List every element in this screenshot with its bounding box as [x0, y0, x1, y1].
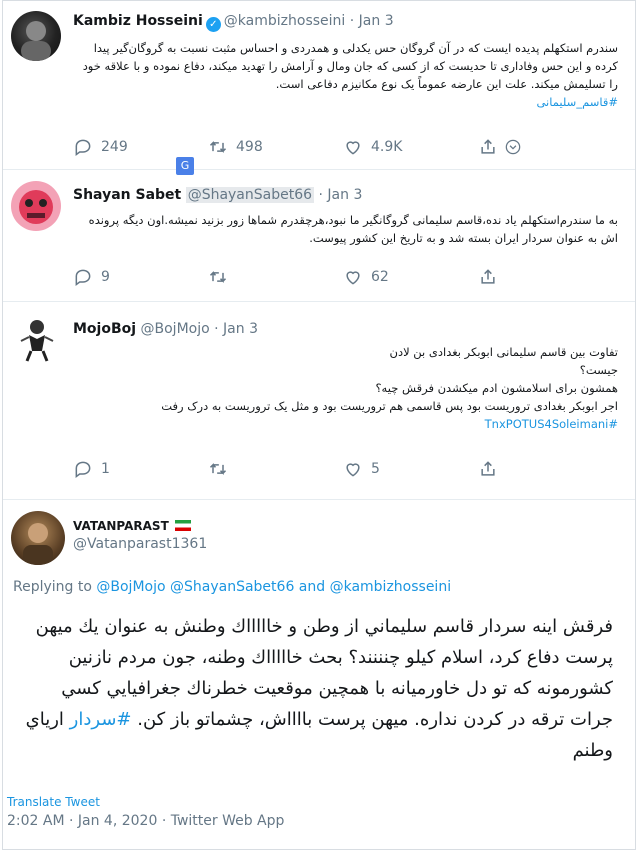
share-button[interactable] — [478, 459, 498, 479]
author-handle[interactable]: @kambizhosseini — [224, 13, 346, 29]
author-handle[interactable]: @BojMojo — [141, 321, 210, 337]
hashtag-link[interactable]: #TnxPOTUS4Soleimani — [73, 415, 618, 433]
avatar[interactable] — [11, 181, 61, 231]
tweet-actions: 9 62 — [73, 267, 543, 289]
tweet-header: Kambiz Hosseini ✓ @kambizhosseini · Jan 3 — [73, 13, 394, 32]
tweet-text: به ما سندرم‌استکهلم یاد نده،قاسم سلیمانی… — [73, 211, 618, 247]
retweet-button[interactable] — [208, 459, 228, 479]
replying-label: Replying to — [13, 579, 92, 595]
author-name[interactable]: Kambiz Hosseini — [73, 13, 203, 29]
retweet-button[interactable]: 498 — [208, 137, 263, 157]
hashtag-link[interactable]: #سردار — [70, 709, 132, 730]
share-icon — [478, 459, 498, 479]
tweet-kambiz[interactable]: Kambiz Hosseini ✓ @kambizhosseini · Jan 3 … — [3, 1, 635, 175]
reply-count: 249 — [101, 139, 128, 155]
tweet-line: تفاوت بین قاسم سلیمانی ابوبکر بغدادی بن … — [389, 345, 618, 359]
retweet-icon — [208, 459, 228, 479]
tweet-mojoboj[interactable]: MojoBoj @BojMojo · Jan 3 تفاوت بین قاسم … — [3, 301, 635, 500]
retweet-icon — [208, 267, 228, 287]
tweet-date[interactable]: Jan 3 — [223, 321, 258, 337]
tweet-line: همشون برای اسلامشون ادم میکشدن فرقش چیه؟ — [375, 381, 618, 395]
hashtag-link[interactable]: #قاسم_سلیمانی — [73, 93, 618, 111]
reply-count: 1 — [101, 461, 110, 477]
tweet-date[interactable]: Jan 3 — [359, 13, 394, 29]
retweet-count: 498 — [236, 139, 263, 155]
share-button[interactable] — [478, 267, 498, 287]
reply-icon — [73, 459, 93, 479]
tweet-body: سندرم استکهلم پدیده ایست که در آن گروگان… — [82, 41, 618, 91]
chevron-down-icon — [503, 137, 523, 157]
retweet-button[interactable] — [208, 267, 228, 287]
more-button[interactable] — [503, 137, 523, 157]
reply-icon — [73, 137, 93, 157]
iran-flag-icon — [175, 520, 192, 531]
author-handle[interactable]: @Vatanparast1361 — [73, 535, 207, 553]
like-button[interactable]: 5 — [343, 459, 380, 479]
tweet-header: VATANPARAST @Vatanparast1361 — [73, 517, 207, 553]
heart-icon — [343, 267, 363, 287]
author-name[interactable]: VATANPARAST — [73, 519, 169, 533]
like-button[interactable]: 4.9K — [343, 137, 402, 157]
author-name[interactable]: Shayan Sabet — [73, 187, 181, 203]
main-tweet-text: فرقش اينه سردار قاسم سليماني از وطن و خا… — [13, 611, 613, 766]
reply-button[interactable]: 1 — [73, 459, 110, 479]
tweet-actions: 1 5 — [73, 459, 543, 481]
retweet-icon — [208, 137, 228, 157]
translate-tweet-link[interactable]: Translate Tweet — [7, 795, 100, 809]
like-count: 62 — [371, 269, 389, 285]
replying-to: Replying to @BojMojo @ShayanSabet66 and … — [13, 579, 451, 595]
tweet-text: تفاوت بین قاسم سلیمانی ابوبکر بغدادی بن … — [73, 343, 618, 433]
author-name[interactable]: MojoBoj — [73, 321, 136, 337]
share-icon — [478, 267, 498, 287]
tweet-timestamp[interactable]: 2:02 AM · Jan 4, 2020 · Twitter Web App — [7, 813, 284, 829]
like-button[interactable]: 62 — [343, 267, 389, 287]
twitter-thread: Kambiz Hosseini ✓ @kambizhosseini · Jan 3 … — [2, 0, 636, 850]
replying-handles-link[interactable]: @BojMojo @ShayanSabet66 and @kambizhosse… — [96, 579, 451, 595]
reply-button[interactable]: 249 — [73, 137, 128, 157]
tweet-shayan[interactable]: Shayan Sabet @ShayanSabet66 · Jan 3 به م… — [3, 169, 635, 302]
heart-icon — [343, 459, 363, 479]
tweet-date[interactable]: Jan 3 — [327, 187, 362, 203]
tweet-actions: 249 498 4.9K — [73, 137, 543, 159]
tweet-body: به ما سندرم‌استکهلم یاد نده،قاسم سلیمانی… — [88, 213, 618, 245]
like-count: 4.9K — [371, 139, 403, 155]
tweet-main-vatanparast[interactable]: VATANPARAST @Vatanparast1361 Replying to… — [3, 499, 635, 849]
reply-button[interactable]: 9 — [73, 267, 110, 287]
avatar[interactable] — [11, 511, 65, 565]
avatar[interactable] — [11, 315, 61, 365]
share-icon — [478, 137, 498, 157]
heart-icon — [343, 137, 363, 157]
tweet-header: Shayan Sabet @ShayanSabet66 · Jan 3 — [73, 187, 363, 203]
share-button[interactable] — [478, 137, 498, 157]
reply-count: 9 — [101, 269, 110, 285]
tweet-line: جیست؟ — [579, 363, 618, 377]
avatar[interactable] — [11, 11, 61, 61]
reply-icon — [73, 267, 93, 287]
tweet-header: MojoBoj @BojMojo · Jan 3 — [73, 321, 258, 337]
verified-icon: ✓ — [205, 17, 221, 32]
tweet-line: اجر ابوبکر بغدادی تروریست بود پس قاسمی ه… — [161, 399, 618, 413]
author-handle[interactable]: @ShayanSabet66 — [185, 187, 315, 203]
tweet-text: سندرم استکهلم پدیده ایست که در آن گروگان… — [73, 39, 618, 111]
like-count: 5 — [371, 461, 380, 477]
